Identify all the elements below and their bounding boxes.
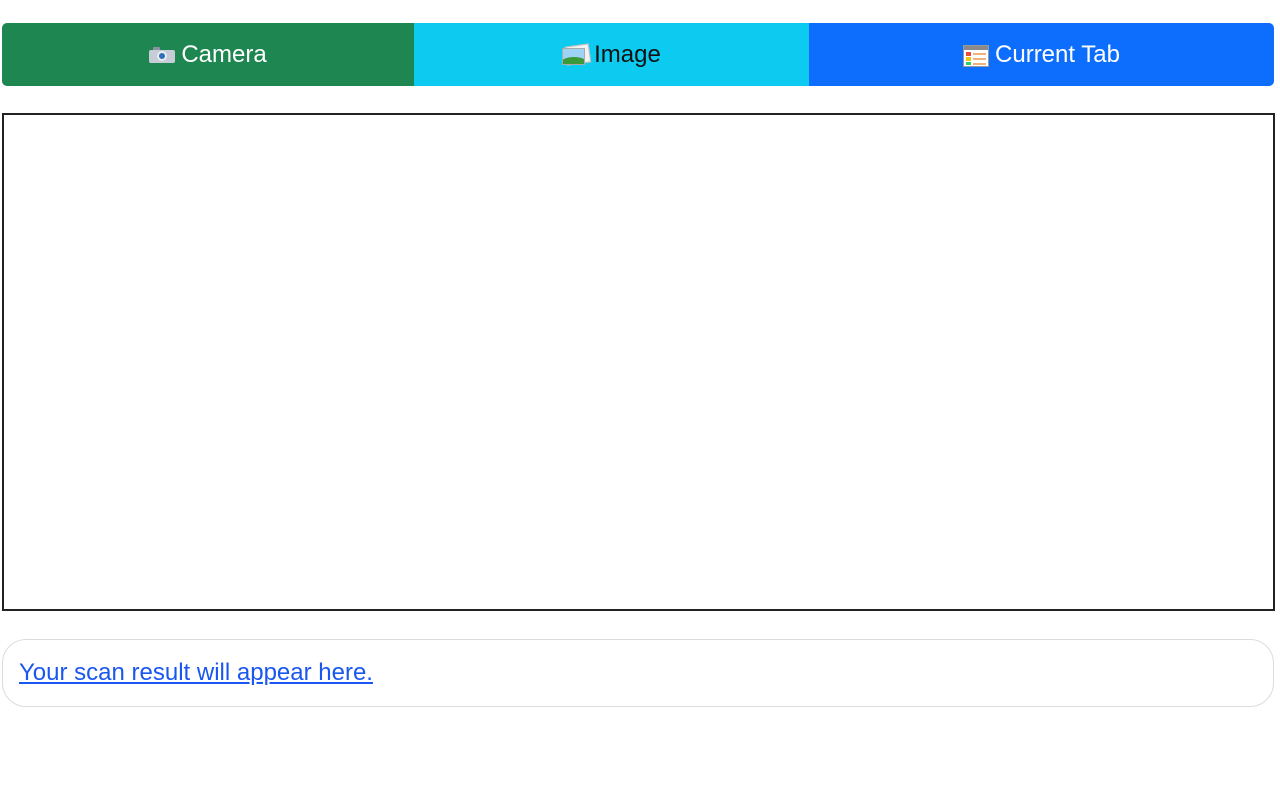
source-button-group: Camera Image Current Tab (2, 23, 1274, 86)
browser-tab-icon (963, 44, 990, 67)
current-tab-button[interactable]: Current Tab (809, 23, 1274, 86)
camera-icon (149, 44, 176, 66)
scan-result-box: Your scan result will appear here. (2, 639, 1274, 707)
current-tab-button-label: Current Tab (995, 40, 1120, 68)
image-icon (562, 42, 592, 66)
scanner-page: Camera Image Current Tab Your scan resul… (0, 0, 1280, 800)
image-button-label: Image (594, 40, 661, 68)
scan-result-link[interactable]: Your scan result will appear here. (19, 659, 373, 687)
camera-button-label: Camera (181, 40, 267, 68)
scan-preview-area[interactable] (2, 113, 1275, 611)
image-button[interactable]: Image (414, 23, 809, 86)
camera-button[interactable]: Camera (2, 23, 414, 86)
